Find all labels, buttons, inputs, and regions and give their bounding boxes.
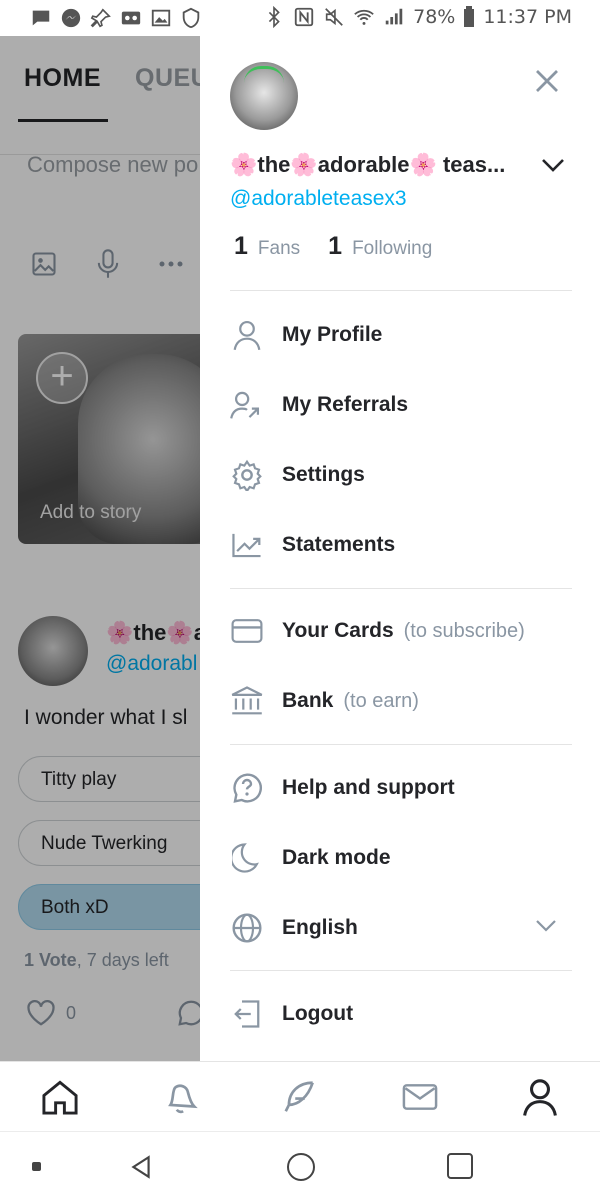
- battery-icon: [464, 6, 475, 27]
- close-icon[interactable]: [532, 66, 562, 96]
- menu-label: Help and support: [282, 776, 455, 799]
- bell-icon[interactable]: [158, 1075, 202, 1119]
- home-icon[interactable]: [38, 1075, 82, 1119]
- clock: 11:37 PM: [483, 6, 572, 28]
- menu-label: English: [282, 916, 358, 939]
- message-icon: [32, 10, 50, 26]
- signal-icon: [385, 8, 403, 25]
- pin-icon: [90, 8, 111, 28]
- bank-icon: [230, 684, 264, 718]
- chart-line-icon: [230, 528, 264, 562]
- menu-label: Logout: [282, 1002, 354, 1025]
- menu-label: My Referrals: [282, 393, 409, 416]
- recents-icon[interactable]: [447, 1153, 473, 1179]
- bluetooth-icon: [268, 6, 280, 28]
- referral-user-icon: [230, 388, 264, 422]
- assist-dot-icon[interactable]: [32, 1162, 41, 1171]
- status-bar: 78% 11:37 PM: [0, 0, 600, 36]
- following-label: Following: [352, 238, 433, 259]
- divider: [230, 290, 572, 291]
- profile-avatar[interactable]: [230, 62, 298, 130]
- logout-icon: [230, 997, 264, 1031]
- battery-percent: 78%: [413, 6, 456, 28]
- mute-icon: [325, 8, 343, 26]
- divider: [230, 744, 572, 745]
- help-icon: [230, 771, 264, 805]
- avatar-filter-ears: [244, 66, 284, 83]
- menu-label: Statements: [282, 533, 396, 556]
- user-icon: [230, 318, 264, 352]
- gear-icon: [230, 458, 264, 492]
- menu-dark-mode[interactable]: Dark mode: [230, 830, 572, 886]
- credit-card-icon: [230, 614, 264, 648]
- globe-icon: [230, 911, 264, 945]
- menu-my-profile[interactable]: My Profile: [230, 307, 572, 363]
- notification-icons: [30, 7, 202, 29]
- menu-help-support[interactable]: Help and support: [230, 760, 572, 816]
- menu-label: Settings: [282, 463, 365, 486]
- menu-label: Bank: [282, 689, 334, 712]
- user-icon[interactable]: [518, 1075, 562, 1119]
- menu-logout[interactable]: Logout: [230, 986, 572, 1042]
- following-count: 1: [328, 232, 343, 260]
- chevron-down-icon[interactable]: [540, 156, 566, 174]
- fans-stat[interactable]: 1 Fans: [234, 232, 300, 261]
- menu-label: Your Cards: [282, 619, 394, 642]
- divider: [230, 588, 572, 589]
- shield-icon: [182, 7, 200, 29]
- system-nav-bar: [0, 1131, 600, 1201]
- menu-language[interactable]: English: [230, 900, 572, 956]
- following-stat[interactable]: 1 Following: [328, 232, 432, 261]
- side-drawer: 🌸the🌸adorable🌸 teas... @adorableteasex3 …: [200, 36, 600, 1061]
- back-icon[interactable]: [128, 1154, 154, 1180]
- chevron-down-icon[interactable]: [534, 918, 558, 934]
- menu-statements[interactable]: Statements: [230, 517, 572, 573]
- menu-settings[interactable]: Settings: [230, 447, 572, 503]
- feather-icon[interactable]: [278, 1075, 322, 1119]
- voicemail-icon: [121, 11, 141, 25]
- moon-icon: [230, 841, 264, 875]
- gallery-icon: [151, 9, 171, 27]
- envelope-icon[interactable]: [398, 1075, 442, 1119]
- menu-bank[interactable]: Bank (to earn): [230, 673, 572, 729]
- menu-your-cards[interactable]: Your Cards (to subscribe): [230, 603, 572, 659]
- wifi-icon: [354, 9, 374, 25]
- divider: [230, 970, 572, 971]
- menu-label: My Profile: [282, 323, 383, 346]
- menu-sublabel: (to subscribe): [403, 619, 525, 642]
- profile-stats: 1 Fans 1 Following: [234, 232, 432, 261]
- profile-handle[interactable]: @adorableteasex3: [230, 187, 407, 211]
- fans-label: Fans: [257, 238, 301, 259]
- system-status: 78% 11:37 PM: [263, 6, 572, 28]
- nfc-icon: [294, 7, 314, 27]
- menu-sublabel: (to earn): [343, 689, 419, 712]
- fans-count: 1: [234, 232, 248, 260]
- bottom-nav: [0, 1061, 600, 1132]
- home-circle-icon[interactable]: [287, 1153, 315, 1181]
- menu-label: Dark mode: [282, 846, 391, 869]
- menu-my-referrals[interactable]: My Referrals: [230, 377, 572, 433]
- profile-display-name: 🌸the🌸adorable🌸 teas...: [230, 152, 506, 177]
- messenger-icon: [61, 8, 81, 28]
